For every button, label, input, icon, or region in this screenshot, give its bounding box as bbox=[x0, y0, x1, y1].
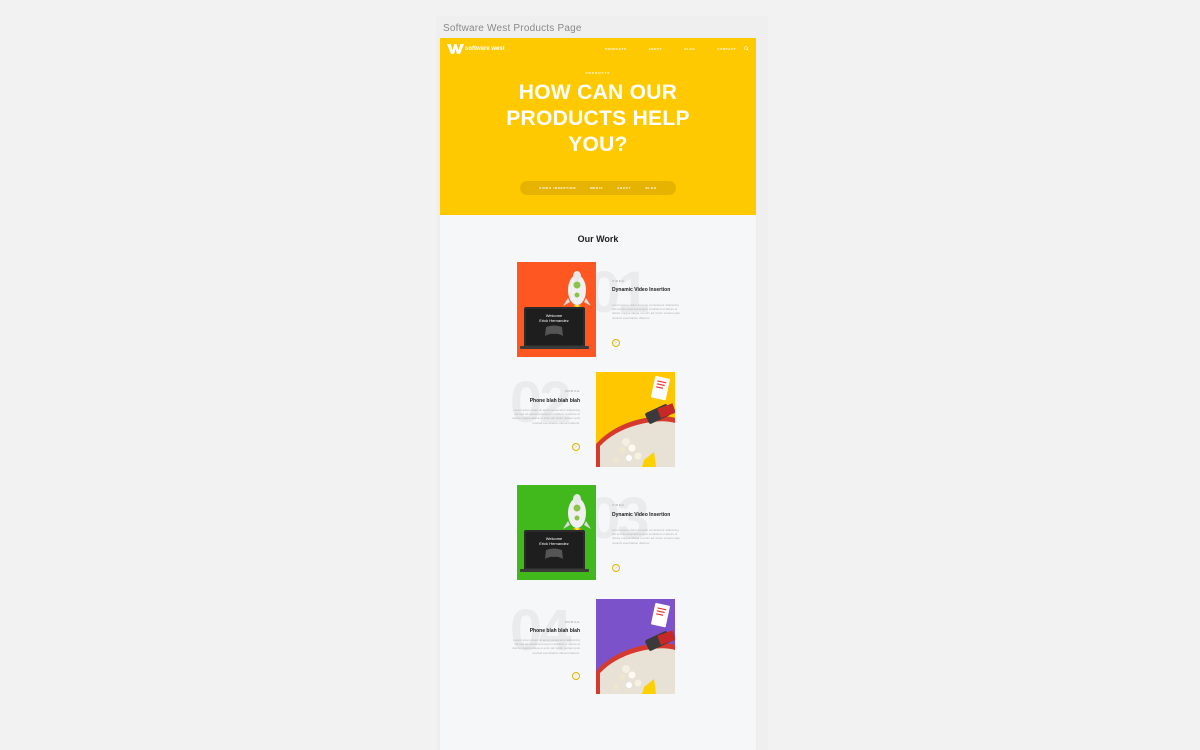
card-image-phone-popcorn[interactable] bbox=[596, 599, 675, 694]
arrow-right-icon: › bbox=[575, 443, 577, 450]
logo[interactable]: software west bbox=[447, 44, 505, 54]
card-arrow-button[interactable]: › bbox=[612, 339, 620, 347]
card-description: Lorem ipsum dolor sit amet consectetur a… bbox=[612, 528, 680, 545]
laptop-rocket-illustration: Welcome Erick Hernandez bbox=[517, 262, 596, 357]
card-tag: MOBILE bbox=[565, 620, 580, 624]
pill-about[interactable]: ABOUT bbox=[617, 186, 631, 190]
nav-products[interactable]: PRODUCTS bbox=[605, 47, 627, 51]
hero-eyebrow: PRODUCTS bbox=[585, 71, 611, 75]
arrow-right-icon: › bbox=[615, 339, 617, 346]
hero-pill-nav: VIDEO INSERTION MEDIA ABOUT BLOG bbox=[520, 181, 676, 195]
card-description: Lorem ipsum dolor sit amet consectetur a… bbox=[512, 408, 580, 425]
laptop-name-text: Erick Hernandez bbox=[539, 318, 569, 323]
headline-line-1: HOW CAN OUR bbox=[518, 81, 678, 104]
products-page: software west PRODUCTS ABOUT BLOG CONTAC… bbox=[440, 38, 756, 750]
our-work-title: Our Work bbox=[577, 234, 619, 244]
hero-section: software west PRODUCTS ABOUT BLOG CONTAC… bbox=[440, 38, 756, 215]
card-description: Lorem ipsum dolor sit amet consectetur a… bbox=[512, 638, 580, 655]
logo-text: software west bbox=[465, 46, 505, 52]
card-tag: VIDEO bbox=[612, 503, 625, 507]
headline-line-2: PRODUCTS HELP bbox=[506, 107, 690, 130]
card-arrow-button[interactable]: › bbox=[572, 672, 580, 680]
pill-media[interactable]: MEDIA bbox=[590, 186, 603, 190]
arrow-right-icon: › bbox=[575, 672, 577, 679]
card-title: Phone blah blah blah bbox=[529, 398, 580, 404]
main-nav: PRODUCTS ABOUT BLOG CONTACT bbox=[605, 47, 756, 51]
pill-blog[interactable]: BLOG bbox=[645, 186, 656, 190]
phone-popcorn-illustration bbox=[596, 599, 675, 694]
search-icon[interactable] bbox=[744, 46, 749, 51]
hero-headline: HOW CAN OUR PRODUCTS HELP YOU? bbox=[440, 80, 756, 158]
card-arrow-button[interactable]: › bbox=[612, 564, 620, 572]
card-image-laptop-rocket[interactable]: Welcome Erick Hernandez bbox=[517, 485, 596, 580]
nav-contact[interactable]: CONTACT bbox=[717, 47, 736, 51]
pill-video-insertion[interactable]: VIDEO INSERTION bbox=[539, 186, 576, 190]
arrow-right-icon: › bbox=[615, 564, 617, 571]
card-description: Lorem ipsum dolor sit amet consectetur a… bbox=[612, 303, 680, 320]
laptop-name-text: Erick Hernandez bbox=[539, 541, 569, 546]
nav-blog[interactable]: BLOG bbox=[684, 47, 695, 51]
artboard-title: Software West Products Page bbox=[443, 23, 582, 34]
headline-line-3: YOU? bbox=[568, 133, 628, 156]
card-title: Dynamic Video Insertion bbox=[612, 512, 671, 518]
phone-popcorn-illustration bbox=[596, 372, 675, 467]
card-title: Dynamic Video Insertion bbox=[612, 287, 671, 293]
card-image-phone-popcorn[interactable] bbox=[596, 372, 675, 467]
card-tag: VIDEO bbox=[612, 279, 625, 283]
card-title: Phone blah blah blah bbox=[529, 628, 580, 634]
nav-about[interactable]: ABOUT bbox=[649, 47, 663, 51]
card-image-laptop-rocket[interactable]: Welcome Erick Hernandez bbox=[517, 262, 596, 357]
logo-w-icon bbox=[447, 44, 464, 54]
laptop-rocket-illustration: Welcome Erick Hernandez bbox=[517, 485, 596, 580]
card-tag: MOBILE bbox=[565, 389, 580, 393]
card-arrow-button[interactable]: › bbox=[572, 443, 580, 451]
